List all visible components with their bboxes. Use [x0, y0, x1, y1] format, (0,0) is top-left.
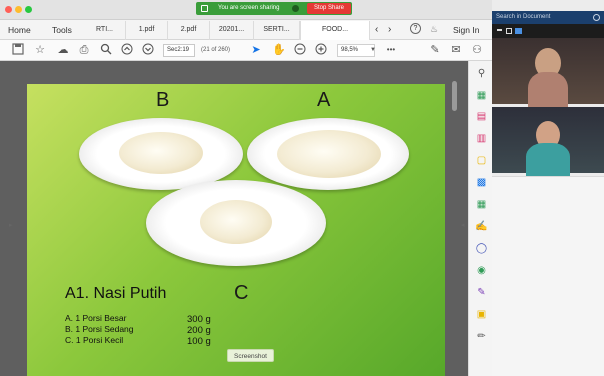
- tab-rti[interactable]: RTI...: [84, 21, 126, 40]
- document-scrollbar[interactable]: [452, 81, 457, 111]
- gallery-view-icon[interactable]: [515, 28, 522, 34]
- fill-sign-tool-icon[interactable]: ✍: [475, 220, 488, 233]
- monitor-icon: [201, 5, 208, 12]
- bell-icon[interactable]: ♨: [430, 24, 438, 35]
- zoom-in-icon[interactable]: [314, 43, 328, 57]
- screen-share-banner: You are screen sharing Stop Share: [196, 2, 352, 15]
- sign-icon[interactable]: ✎: [428, 43, 442, 57]
- tab-serti[interactable]: SERTI...: [254, 21, 300, 40]
- tab-1pdf[interactable]: 1.pdf: [126, 21, 168, 40]
- rice-b: [119, 132, 203, 174]
- chevron-left-icon[interactable]: ‹: [375, 24, 378, 35]
- tile-view-icon[interactable]: [506, 28, 512, 34]
- portion-large-weight: 300 g: [187, 314, 211, 325]
- combine-files-tool-icon[interactable]: ▩: [475, 176, 488, 189]
- star-icon[interactable]: ☆: [33, 43, 47, 57]
- create-pdf-tool-icon[interactable]: ▦: [475, 89, 488, 102]
- share-user-icon[interactable]: ⚇: [470, 43, 484, 57]
- tools-panel: ⚲ ▦ ▤ ▥ ▢ ▩ ▦ ✍ ◯ ◉ ✎ ▣ ✏: [468, 61, 492, 376]
- zoom-search-tool-icon[interactable]: ⚲: [475, 67, 488, 80]
- portion-small-label: C. 1 Porsi Kecil: [65, 335, 124, 345]
- video-tile-1[interactable]: [492, 38, 604, 112]
- zoom-panel: Search in Document: [492, 0, 604, 376]
- mail-icon[interactable]: ✉: [449, 43, 463, 57]
- tab-2pdf[interactable]: 2.pdf: [168, 21, 210, 40]
- help-icon[interactable]: ?: [410, 23, 421, 34]
- food-title: A1. Nasi Putih: [65, 285, 167, 302]
- page-count: (21 of 260): [201, 47, 231, 53]
- portion-medium-label: B. 1 Porsi Sedang: [65, 324, 134, 334]
- protect-tool-icon[interactable]: ◯: [475, 242, 488, 255]
- sign-in-link[interactable]: Sign In: [453, 25, 479, 35]
- portion-medium-weight: 200 g: [187, 325, 211, 336]
- export-pdf-tool-icon[interactable]: ▥: [475, 132, 488, 145]
- plate-c: [146, 180, 326, 266]
- organize-pages-tool-icon[interactable]: ▤: [475, 110, 488, 123]
- page-number-input[interactable]: Sec2:19: [163, 44, 195, 57]
- save-icon[interactable]: [11, 43, 25, 57]
- page-down-icon[interactable]: [141, 43, 155, 57]
- zoom-dot[interactable]: [25, 6, 32, 13]
- minimize-dot[interactable]: [15, 6, 22, 13]
- label-a: A: [317, 89, 331, 111]
- tab-20201[interactable]: 20201...: [210, 21, 254, 40]
- document-search-placeholder: Search in Document: [496, 14, 551, 20]
- dropdown-icon[interactable]: ▼: [366, 43, 380, 57]
- participant-1-body: [528, 72, 568, 112]
- portion-small-weight: 100 g: [187, 336, 211, 347]
- document-viewport[interactable]: B A C A1. Nasi Putih A. 1 Porsi Besar B.…: [0, 61, 468, 376]
- pause-icon[interactable]: [292, 5, 299, 12]
- chevron-right-icon[interactable]: ›: [388, 24, 391, 35]
- page-up-icon[interactable]: [120, 43, 134, 57]
- participant-2-body: [526, 143, 570, 177]
- portion-large-label: A. 1 Porsi Besar: [65, 313, 127, 323]
- stop-share-button[interactable]: Stop Share: [307, 3, 351, 14]
- acrobat-toolbar: ☆ ☁ ⎙ Sec2:19 (21 of 260) ➤ ✋ 98,5% ▼ ••…: [0, 40, 492, 61]
- plate-a: [247, 118, 409, 190]
- left-panel-toggle[interactable]: ▸: [9, 221, 13, 229]
- zoom-lower-area: [492, 176, 604, 376]
- select-cursor-icon[interactable]: ➤: [249, 43, 263, 57]
- share-message: You are screen sharing: [218, 5, 280, 11]
- video-tile-2[interactable]: [492, 107, 604, 177]
- plate-b: [79, 118, 243, 190]
- tab-food[interactable]: FOOD...: [300, 21, 370, 40]
- screenshot-tooltip: Screenshot: [227, 349, 274, 362]
- pdf-page: B A C A1. Nasi Putih A. 1 Porsi Besar B.…: [27, 84, 445, 376]
- optimize-tool-icon[interactable]: ◉: [475, 264, 488, 277]
- more-tools-icon[interactable]: ✏: [475, 330, 488, 343]
- more-tools-button[interactable]: •••: [384, 43, 398, 57]
- search-icon[interactable]: [593, 14, 600, 21]
- menu-home[interactable]: Home: [8, 25, 31, 35]
- zoom-out-icon[interactable]: [293, 43, 307, 57]
- menu-tools[interactable]: Tools: [52, 25, 72, 35]
- rice-c: [200, 200, 272, 244]
- print-icon[interactable]: ⎙: [77, 43, 91, 57]
- stamp-tool-icon[interactable]: ▣: [475, 308, 488, 321]
- minimize-icon[interactable]: [497, 29, 502, 31]
- edit-pdf-tool-icon[interactable]: ▦: [475, 198, 488, 211]
- right-panel-toggle[interactable]: ◂: [461, 221, 465, 229]
- upload-cloud-icon[interactable]: ☁: [56, 43, 70, 57]
- label-b: B: [156, 89, 170, 111]
- acrobat-tab-row: Home Tools RTI... 1.pdf 2.pdf 20201... S…: [0, 20, 492, 40]
- signature-tool-icon[interactable]: ✎: [475, 286, 488, 299]
- label-c: C: [234, 282, 249, 304]
- rice-a: [277, 130, 381, 178]
- close-dot[interactable]: [5, 6, 12, 13]
- hand-icon[interactable]: ✋: [272, 43, 286, 57]
- comment-tool-icon[interactable]: ▢: [475, 154, 488, 167]
- window-titlebar: You are screen sharing Stop Share: [0, 0, 492, 20]
- search-zoom-icon[interactable]: [99, 43, 113, 57]
- document-search-bar[interactable]: Search in Document: [492, 11, 604, 24]
- zoom-controls-bar: [492, 24, 604, 38]
